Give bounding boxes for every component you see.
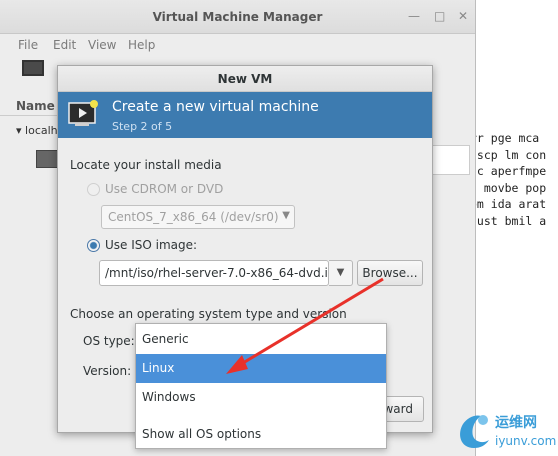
version-label: Version: [83, 364, 132, 378]
chevron-down-icon[interactable]: ▾ [16, 124, 22, 137]
terminal-line: om ida arat [470, 197, 547, 211]
chevron-down-icon: ▼ [282, 210, 290, 221]
menu-view[interactable]: View [88, 38, 116, 52]
iso-path-value: /mnt/iso/rhel-server-7.0-x86_64-dvd.is [105, 266, 329, 280]
cdrom-select[interactable]: CentOS_7_x86_64 (/dev/sr0) ▼ [101, 205, 295, 229]
iso-history-dropdown[interactable]: ▼ [329, 260, 353, 286]
os-type-label: OS type: [83, 334, 135, 348]
host-label: localh [25, 124, 58, 137]
locate-media-label: Locate your install media [70, 158, 222, 172]
watermark-url: iyunv.com [495, 434, 557, 448]
chevron-down-icon: ▼ [336, 267, 345, 278]
browse-button[interactable]: Browse... [357, 260, 423, 286]
os-option-windows[interactable]: Windows [136, 383, 386, 412]
column-header-name[interactable]: Name [0, 96, 60, 116]
watermark-logo-icon [460, 415, 489, 448]
cdrom-select-value: CentOS_7_x86_64 (/dev/sr0) [108, 210, 279, 224]
os-option-linux[interactable]: Linux [136, 354, 386, 383]
os-choose-label: Choose an operating system type and vers… [70, 307, 347, 321]
dialog-title[interactable]: New VM [58, 66, 432, 92]
iso-label[interactable]: Use ISO image: [105, 238, 197, 252]
dialog-banner: Create a new virtual machine Step 2 of 5 [58, 92, 432, 138]
host-row[interactable]: ▾ localh [16, 124, 58, 137]
close-icon[interactable]: ✕ [458, 9, 468, 23]
terminal-line: sc aperfmpe [470, 164, 547, 178]
terminal-right-text: rr pge mca tscp lm con sc aperfmpe c mov… [470, 130, 546, 229]
iso-path-input[interactable]: /mnt/iso/rhel-server-7.0-x86_64-dvd.is [99, 260, 329, 286]
os-option-show-all[interactable]: Show all OS options [136, 420, 386, 449]
terminal-line: just bmil a [470, 213, 547, 228]
iso-radio[interactable] [87, 239, 100, 252]
watermark-cn: 运维网 [495, 415, 537, 431]
new-vm-monitor-icon [68, 100, 98, 126]
new-vm-icon[interactable] [22, 60, 44, 76]
cdrom-label[interactable]: Use CDROM or DVD [105, 182, 223, 196]
minimize-icon[interactable]: — [408, 9, 420, 23]
maximize-icon[interactable]: □ [434, 9, 445, 23]
vmm-menubar: File Edit View Help [0, 34, 475, 58]
banner-title: Create a new virtual machine [112, 99, 319, 115]
banner-step: Step 2 of 5 [112, 120, 173, 133]
details-panel [430, 145, 470, 175]
vmm-window-title: Virtual Machine Manager [152, 10, 323, 24]
terminal-line: tscp lm con [470, 147, 547, 162]
os-type-popup: Generic Linux Windows Show all OS option… [135, 323, 387, 449]
menu-help[interactable]: Help [128, 38, 155, 52]
site-watermark: 运维网 iyunv.com [455, 408, 557, 452]
menu-edit[interactable]: Edit [53, 38, 76, 52]
cdrom-radio[interactable] [87, 183, 100, 196]
terminal-line: rr pge mca [470, 131, 540, 145]
terminal-line: c movbe pop [470, 180, 547, 195]
menu-file[interactable]: File [18, 38, 38, 52]
vmm-titlebar[interactable]: Virtual Machine Manager — □ ✕ [0, 0, 475, 34]
os-option-generic[interactable]: Generic [136, 325, 386, 354]
